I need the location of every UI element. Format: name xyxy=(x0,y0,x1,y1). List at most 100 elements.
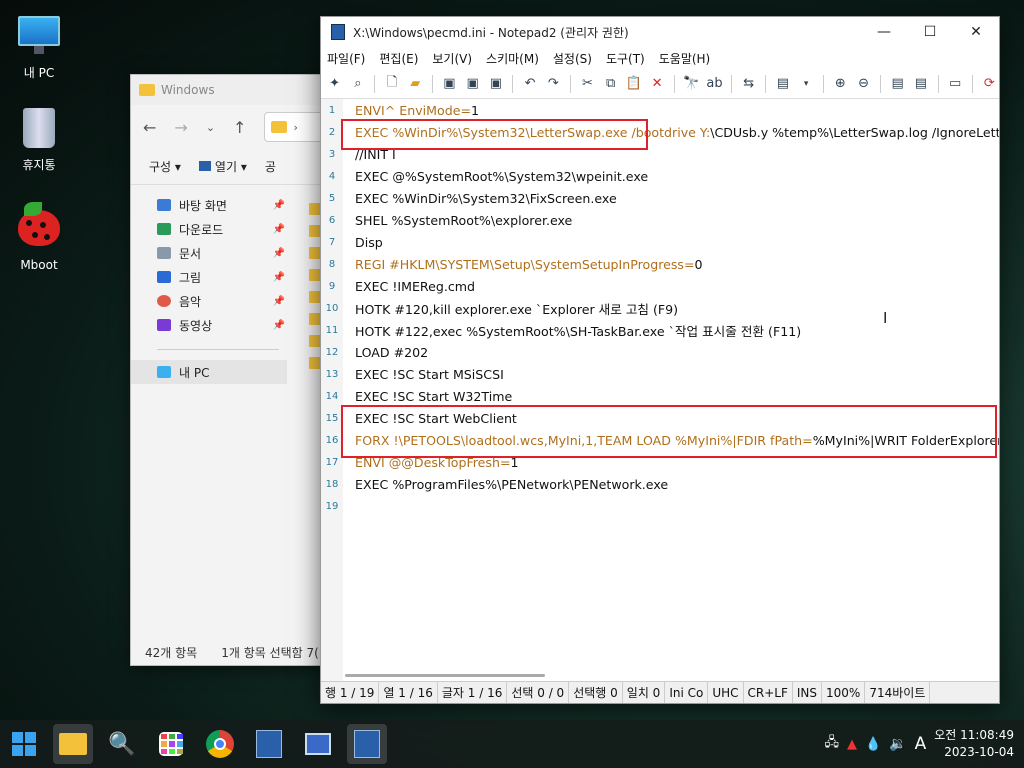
maximize-button[interactable]: ☐ xyxy=(907,17,953,47)
notepad-titlebar[interactable]: X:\Windows\pecmd.ini - Notepad2 (관리자 권한)… xyxy=(321,17,999,47)
dropdown-icon[interactable]: ▾ xyxy=(797,74,816,94)
status-field: INS xyxy=(793,682,823,703)
sidebar-item-music[interactable]: 음악 📌 xyxy=(131,289,287,313)
desktop-icon-this-pc[interactable]: 내 PC xyxy=(0,10,78,81)
taskbar-file-explorer[interactable] xyxy=(53,724,93,764)
code-line[interactable]: 4 EXEC @%SystemRoot%\System32\wpeinit.exe xyxy=(321,165,999,187)
new-window-icon[interactable]: ✦ xyxy=(325,74,344,94)
code-token: \CDUsb.y %temp%\LetterSwap.log /IgnoreLe… xyxy=(710,124,999,140)
editor-area[interactable]: 1 ENVI^ EnviMode=1 2 EXEC %WinDir%\System32… xyxy=(321,99,999,681)
text-cursor-icon: I xyxy=(883,309,888,327)
sidebar-item-this-pc[interactable]: 내 PC xyxy=(131,360,287,384)
menu-item[interactable]: 보기(V) xyxy=(432,50,472,67)
volume-icon[interactable]: 🔉 xyxy=(889,736,906,752)
delete-icon[interactable]: ✕ xyxy=(648,74,667,94)
open-with-icon[interactable]: ▭ xyxy=(946,74,965,94)
word-wrap-icon[interactable]: ⇆ xyxy=(739,74,758,94)
sidebar-item-label: 다운로드 xyxy=(179,222,224,237)
exit-icon[interactable]: ⟳ xyxy=(980,74,999,94)
menu-item[interactable]: 도움말(H) xyxy=(659,50,711,67)
horizontal-scrollbar[interactable] xyxy=(345,674,545,677)
code-line[interactable]: 10 HOTK #120,kill explorer.exe `Explorer … xyxy=(321,297,999,319)
save-as-icon[interactable]: ▣ xyxy=(463,74,482,94)
cut-icon[interactable]: ✂ xyxy=(578,74,597,94)
chevron-down-icon[interactable]: ⌄ xyxy=(206,121,215,134)
open-label: 열기 ▾ xyxy=(214,160,247,174)
address-bar[interactable]: › xyxy=(264,112,325,142)
sidebar-item-videos[interactable]: 동영상 📌 xyxy=(131,313,287,337)
explorer-titlebar[interactable]: Windows xyxy=(131,75,329,105)
sidebar-item-documents[interactable]: 문서 📌 xyxy=(131,241,287,265)
organize-button[interactable]: 구성 ▾ xyxy=(149,158,181,175)
zoom-out-icon[interactable]: ⊖ xyxy=(854,74,873,94)
folder-icon xyxy=(139,84,155,96)
save-copy-icon[interactable]: ▣ xyxy=(486,74,505,94)
up-arrow-icon[interactable]: ↑ xyxy=(233,118,246,137)
desktop-icon-mboot[interactable]: Mboot xyxy=(0,202,78,272)
code-line[interactable]: 6 SHEL %SystemRoot%\explorer.exe xyxy=(321,209,999,231)
sidebar-item-downloads[interactable]: 다운로드 📌 xyxy=(131,217,287,241)
code-line[interactable]: 12 LOAD #202 xyxy=(321,341,999,363)
favorites-icon[interactable]: ▤ xyxy=(888,74,907,94)
desktop-icon-label: 내 PC xyxy=(23,66,55,80)
add-favorite-icon[interactable]: ▤ xyxy=(911,74,930,94)
code-token: Disp xyxy=(355,234,383,250)
taskbar-notepad2-active[interactable] xyxy=(347,724,387,764)
forward-arrow-icon[interactable]: → xyxy=(174,118,187,137)
close-button[interactable]: ✕ xyxy=(953,17,999,47)
line-text: REGI #HKLM\SYSTEM\Setup\SystemSetupInPro… xyxy=(343,257,703,272)
explorer-window[interactable]: Windows ← → ⌄ ↑ › 구성 ▾ 열기 ▾ 공 바탕 화면 📌 다운로… xyxy=(130,74,330,666)
taskbar-notepad2[interactable] xyxy=(249,724,289,764)
taskbar-network-tool[interactable] xyxy=(298,724,338,764)
share-button[interactable]: 공 xyxy=(265,158,276,175)
ladybug-icon xyxy=(17,202,61,254)
paste-icon[interactable]: 📋 xyxy=(624,74,643,94)
find-icon[interactable]: 🔭 xyxy=(682,74,701,94)
taskbar-app-launcher[interactable] xyxy=(151,724,191,764)
notepad2-window[interactable]: X:\Windows\pecmd.ini - Notepad2 (관리자 권한)… xyxy=(320,16,1000,704)
back-arrow-icon[interactable]: ← xyxy=(143,118,156,137)
code-line[interactable]: 14 EXEC !SC Start W32Time xyxy=(321,385,999,407)
sidebar-item-pictures[interactable]: 그림 📌 xyxy=(131,265,287,289)
code-line[interactable]: 19 xyxy=(321,495,999,517)
code-line[interactable]: 18 EXEC %ProgramFiles%\PENetwork\PENetwor… xyxy=(321,473,999,495)
scheme-icon[interactable]: ▤ xyxy=(773,74,792,94)
usb-icon[interactable]: ▲ xyxy=(847,737,857,752)
open-file-icon[interactable]: ▰ xyxy=(406,74,425,94)
replace-icon[interactable]: ab xyxy=(705,74,724,94)
menu-item[interactable]: 편집(E) xyxy=(379,50,418,67)
ime-indicator[interactable]: A xyxy=(915,734,927,754)
code-line[interactable]: 7 Disp xyxy=(321,231,999,253)
code-line[interactable]: 11 HOTK #122,exec %SystemRoot%\SH-TaskBar… xyxy=(321,319,999,341)
copy-icon[interactable]: ⧉ xyxy=(601,74,620,94)
menu-item[interactable]: 도구(T) xyxy=(606,50,645,67)
code-line[interactable]: 9 EXEC !IMEReg.cmd xyxy=(321,275,999,297)
code-line[interactable]: 1 ENVI^ EnviMode=1 xyxy=(321,99,999,121)
explorer-title: Windows xyxy=(161,83,215,97)
save-icon[interactable]: ▣ xyxy=(440,74,459,94)
redo-icon[interactable]: ↷ xyxy=(544,74,563,94)
code-line[interactable]: 8 REGI #HKLM\SYSTEM\Setup\SystemSetupInPr… xyxy=(321,253,999,275)
desktop-icon-recycle-bin[interactable]: 휴지통 xyxy=(0,108,78,173)
network-icon[interactable]: 🖧 xyxy=(824,733,839,755)
menu-item[interactable]: 스키마(M) xyxy=(486,50,539,67)
taskbar-chrome[interactable] xyxy=(200,724,240,764)
new-file-icon[interactable]: 🗋 xyxy=(382,74,401,94)
start-button[interactable] xyxy=(4,724,44,764)
code-line[interactable]: 13 EXEC !SC Start MSiSCSI xyxy=(321,363,999,385)
minimize-button[interactable]: — xyxy=(861,17,907,47)
find-file-icon[interactable]: ⌕ xyxy=(348,74,367,94)
menu-item[interactable]: 파일(F) xyxy=(327,50,365,67)
code-line[interactable]: 5 EXEC %WinDir%\System32\FixScreen.exe xyxy=(321,187,999,209)
menu-item[interactable]: 설정(S) xyxy=(553,50,592,67)
sidebar-item-desktop[interactable]: 바탕 화면 📌 xyxy=(131,193,287,217)
undo-icon[interactable]: ↶ xyxy=(520,74,539,94)
drive-icon[interactable]: 💧 xyxy=(865,737,881,752)
zoom-in-icon[interactable]: ⊕ xyxy=(831,74,850,94)
taskbar-search-tool[interactable]: 🔍 xyxy=(102,724,142,764)
recycle-bin-icon xyxy=(17,108,61,152)
line-number: 5 xyxy=(328,192,336,204)
item-count: 42개 항목 xyxy=(145,645,198,660)
clock[interactable]: 오전 11:08:49 2023-10-04 xyxy=(934,727,1014,761)
open-button[interactable]: 열기 ▾ xyxy=(198,158,247,175)
